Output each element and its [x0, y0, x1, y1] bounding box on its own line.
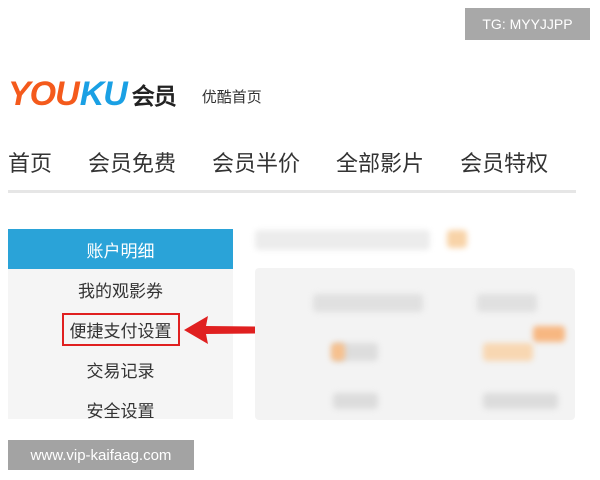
blurred-content-panel — [255, 268, 575, 420]
youku-home-link[interactable]: 优酷首页 — [202, 86, 262, 107]
sidebar-item-label: 安全设置 — [86, 401, 155, 422]
nav-item-all-movies[interactable]: 全部影片 — [336, 146, 424, 178]
sidebar-item-label: 我的观影券 — [78, 281, 163, 302]
sidebar-item-label: 便捷支付设置 — [61, 312, 180, 346]
sidebar-item-transactions[interactable]: 交易记录 — [8, 349, 233, 389]
sidebar-item-label: 交易记录 — [86, 361, 155, 382]
youku-logo[interactable]: YOU KU 会员 — [8, 74, 177, 114]
nav-item-vip-half-price[interactable]: 会员半价 — [212, 146, 300, 178]
nav-item-vip-free[interactable]: 会员免费 — [88, 146, 176, 178]
sidebar-title[interactable]: 账户明细 — [8, 229, 233, 269]
watermark-bottom: www.vip-kaifaag.com — [8, 440, 194, 470]
logo-you-text: YOU — [8, 74, 80, 113]
nav-divider — [8, 190, 576, 193]
nav-item-home[interactable]: 首页 — [8, 146, 52, 178]
sidebar-item-security[interactable]: 安全设置 — [8, 389, 233, 429]
nav-item-vip-privileges[interactable]: 会员特权 — [460, 146, 548, 178]
main-nav: 首页 会员免费 会员半价 全部影片 会员特权 — [8, 146, 576, 178]
header: YOU KU 会员 优酷首页 — [8, 72, 262, 116]
sidebar-item-my-tickets[interactable]: 我的观影券 — [8, 269, 233, 309]
logo-ku-text: KU — [79, 74, 128, 113]
logo-vip-text: 会员 — [131, 83, 177, 109]
watermark-top: TG: MYYJJPP — [465, 8, 590, 40]
